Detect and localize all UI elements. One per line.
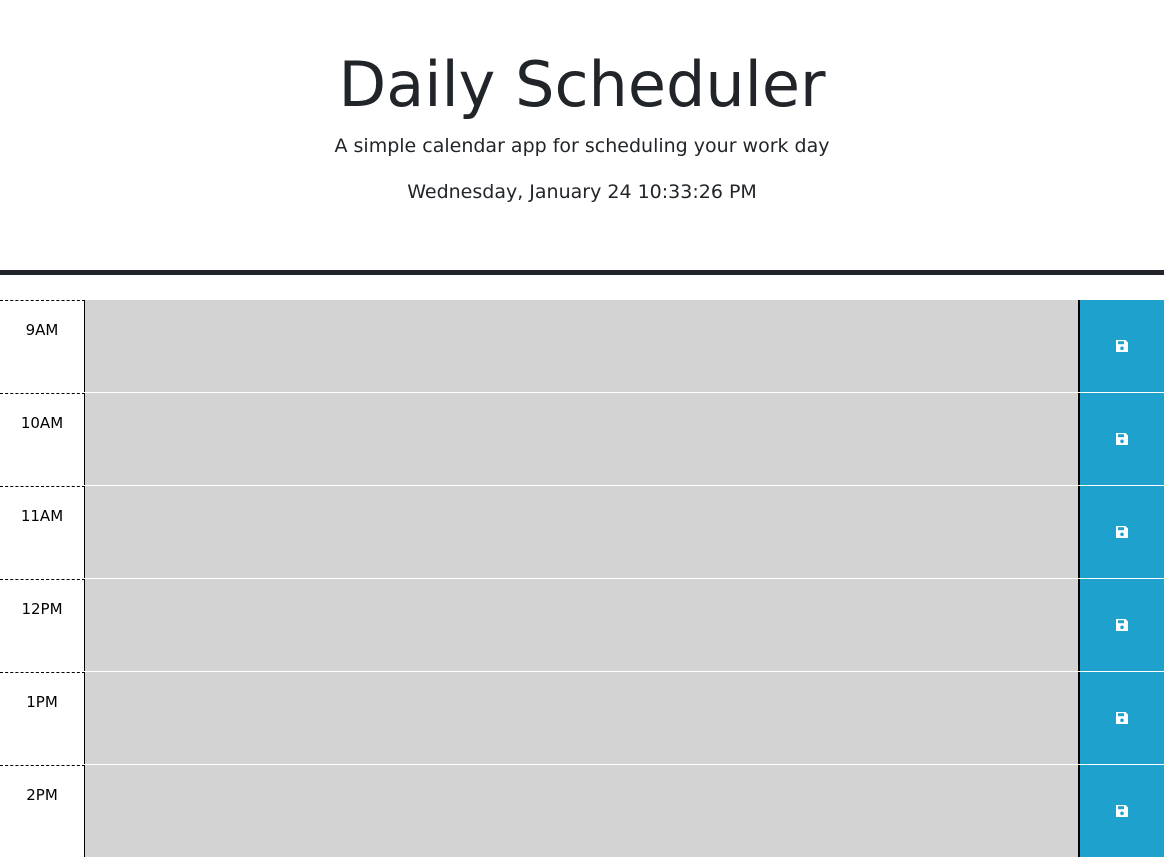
hour-label: 1PM — [0, 672, 85, 764]
save-icon — [1115, 526, 1128, 538]
time-block-row: 9AM — [0, 300, 1164, 392]
time-block-row: 12PM — [0, 579, 1164, 671]
save-button[interactable] — [1078, 300, 1164, 392]
save-button[interactable] — [1078, 579, 1164, 671]
page-header: Daily Scheduler A simple calendar app fo… — [0, 0, 1164, 275]
page-subtitle: A simple calendar app for scheduling you… — [334, 135, 830, 157]
save-button[interactable] — [1078, 393, 1164, 485]
save-button[interactable] — [1078, 486, 1164, 578]
time-block-textarea[interactable] — [85, 579, 1078, 671]
hour-label: 2PM — [0, 765, 85, 857]
save-icon — [1115, 340, 1128, 352]
time-block-list: 9AM 10AM 11AM 12PM 1PM 2PM — [0, 300, 1164, 858]
time-block-row: 11AM — [0, 486, 1164, 578]
save-button[interactable] — [1078, 672, 1164, 764]
save-icon — [1115, 805, 1128, 817]
time-block-row: 2PM — [0, 765, 1164, 857]
time-block-row: 1PM — [0, 672, 1164, 764]
hour-label: 10AM — [0, 393, 85, 485]
hour-label: 9AM — [0, 300, 85, 392]
time-block-textarea[interactable] — [85, 300, 1078, 392]
time-block-textarea[interactable] — [85, 486, 1078, 578]
time-block-textarea[interactable] — [85, 765, 1078, 857]
time-block-textarea[interactable] — [85, 393, 1078, 485]
hour-label: 12PM — [0, 579, 85, 671]
time-block-textarea[interactable] — [85, 672, 1078, 764]
page-title: Daily Scheduler — [338, 48, 826, 121]
time-block-row: 10AM — [0, 393, 1164, 485]
save-icon — [1115, 619, 1128, 631]
save-icon — [1115, 433, 1128, 445]
save-icon — [1115, 712, 1128, 724]
current-day: Wednesday, January 24 10:33:26 PM — [407, 181, 757, 203]
save-button[interactable] — [1078, 765, 1164, 857]
hour-label: 11AM — [0, 486, 85, 578]
